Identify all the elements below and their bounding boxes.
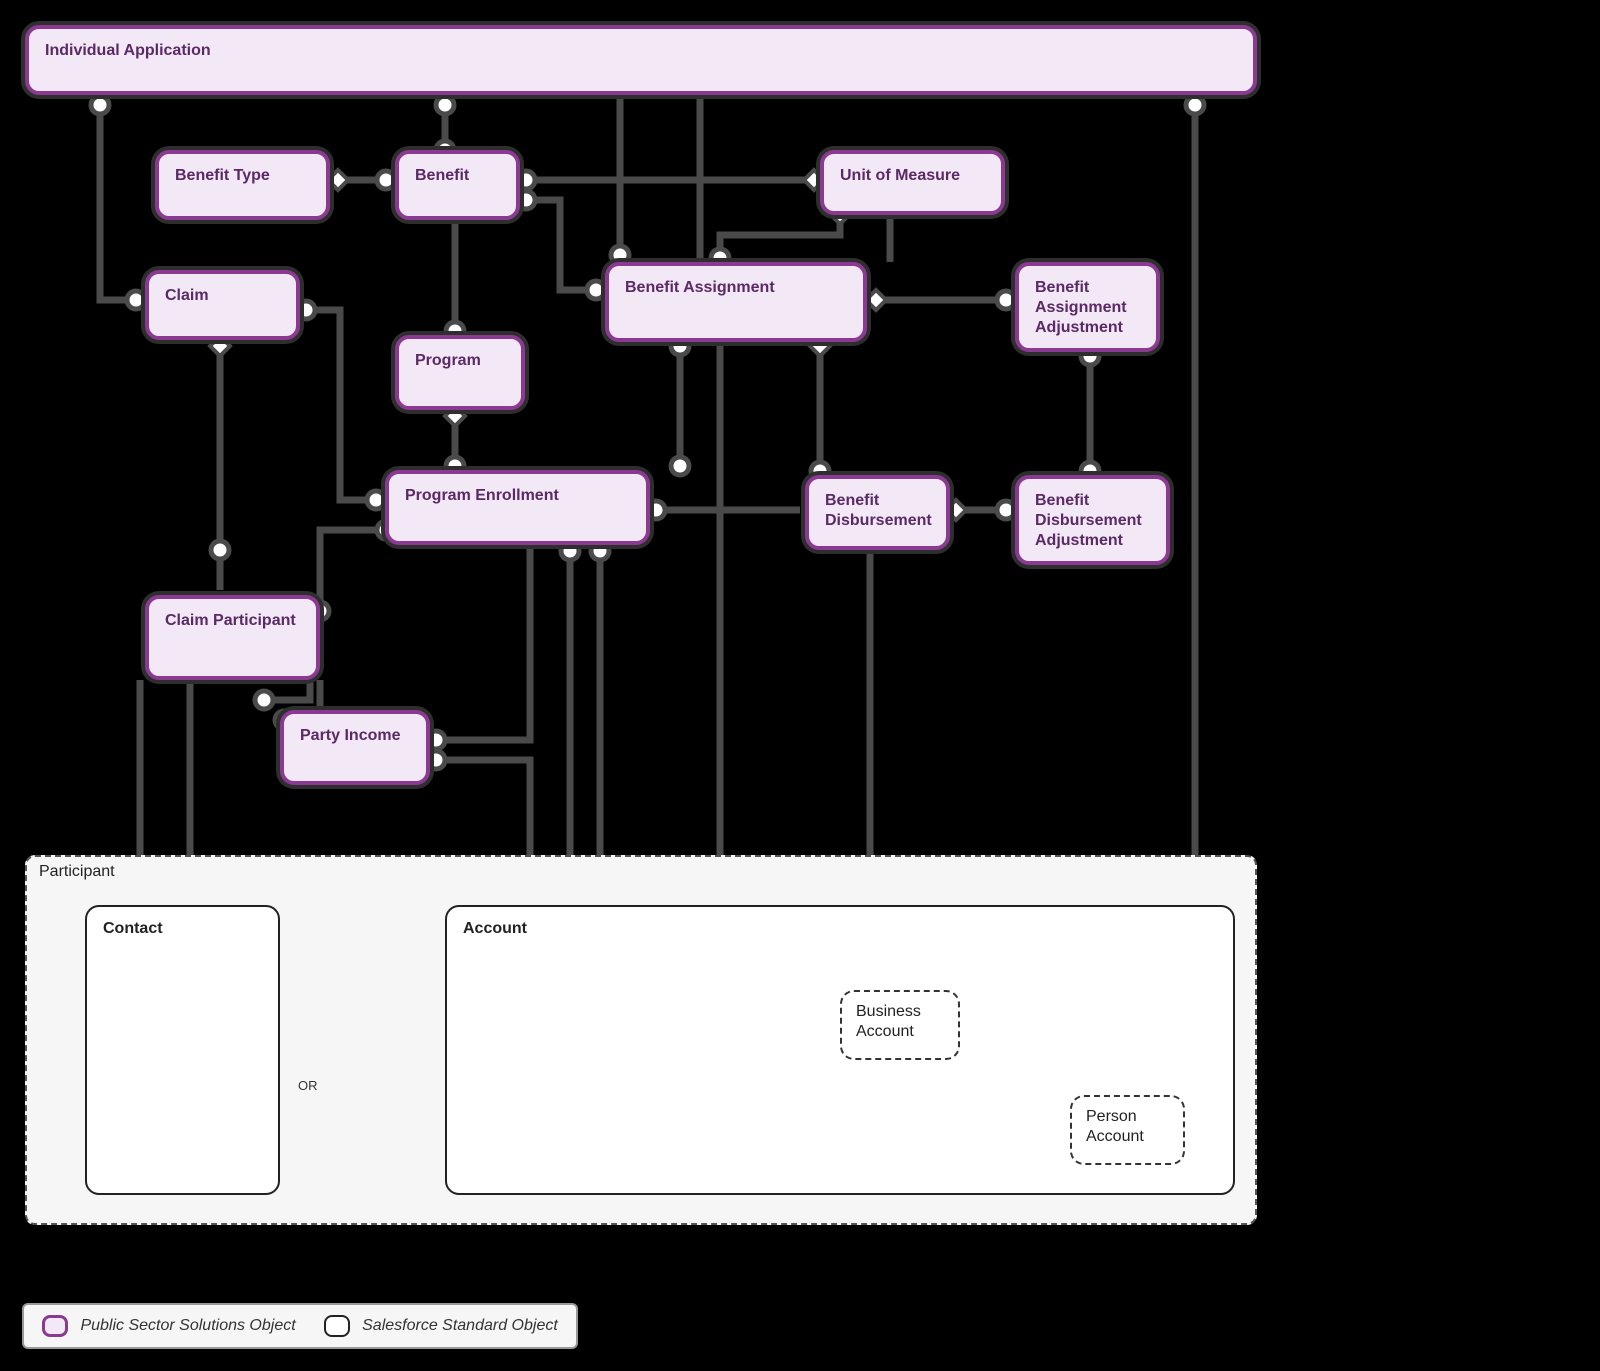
entity-label: Benefit Disbursement — [825, 492, 932, 529]
entity-business-account: Business Account — [840, 990, 960, 1060]
entity-benefit-disbursement: Benefit Disbursement — [805, 475, 950, 550]
group-label: Participant — [39, 863, 115, 881]
entity-benefit-assignment-adjustment: Benefit Assignment Adjustment — [1015, 262, 1160, 352]
entity-benefit-assignment: Benefit Assignment — [605, 262, 867, 342]
entity-person-account: Person Account — [1070, 1095, 1185, 1165]
legend-item-std: Salesforce Standard Object — [324, 1315, 558, 1337]
entity-label: Business Account — [856, 1003, 921, 1040]
entity-label: Claim Participant — [165, 612, 296, 629]
entity-unit-of-measure: Unit of Measure — [820, 150, 1005, 215]
entity-program: Program — [395, 335, 525, 410]
diagram-canvas: Individual Application Benefit Type Bene… — [0, 0, 1600, 1371]
entity-label: Program — [415, 352, 481, 369]
entity-label: Contact — [103, 920, 163, 937]
entity-party-income: Party Income — [280, 710, 430, 785]
entity-label: Person Account — [1086, 1108, 1144, 1145]
legend-item-pss: Public Sector Solutions Object — [42, 1315, 296, 1337]
entity-label: Party Income — [300, 727, 400, 744]
entity-benefit-type: Benefit Type — [155, 150, 330, 220]
entity-benefit-disbursement-adjustment: Benefit Disbursement Adjustment — [1015, 475, 1170, 565]
entity-contact: Contact — [85, 905, 280, 1195]
entity-individual-application: Individual Application — [25, 25, 1257, 95]
entity-label: Benefit Assignment — [625, 279, 775, 296]
entity-label: Benefit Disbursement Adjustment — [1035, 492, 1142, 549]
entity-label: Unit of Measure — [840, 167, 960, 184]
entity-label: Program Enrollment — [405, 487, 559, 504]
entity-label: Benefit Assignment Adjustment — [1035, 279, 1127, 336]
entity-claim-participant: Claim Participant — [145, 595, 320, 680]
legend-label: Salesforce Standard Object — [362, 1317, 558, 1334]
legend-swatch-pss — [42, 1315, 68, 1337]
entity-label: Account — [463, 920, 527, 937]
entity-benefit: Benefit — [395, 150, 520, 220]
legend-swatch-std — [324, 1315, 350, 1337]
entity-label: Individual Application — [45, 42, 211, 59]
entity-label: Claim — [165, 287, 209, 304]
or-label: OR — [298, 1078, 318, 1093]
legend: Public Sector Solutions Object Salesforc… — [22, 1303, 578, 1349]
legend-label: Public Sector Solutions Object — [80, 1317, 295, 1334]
entity-claim: Claim — [145, 270, 300, 340]
entity-label: Benefit Type — [175, 167, 270, 184]
entity-label: Benefit — [415, 167, 469, 184]
entity-program-enrollment: Program Enrollment — [385, 470, 650, 545]
